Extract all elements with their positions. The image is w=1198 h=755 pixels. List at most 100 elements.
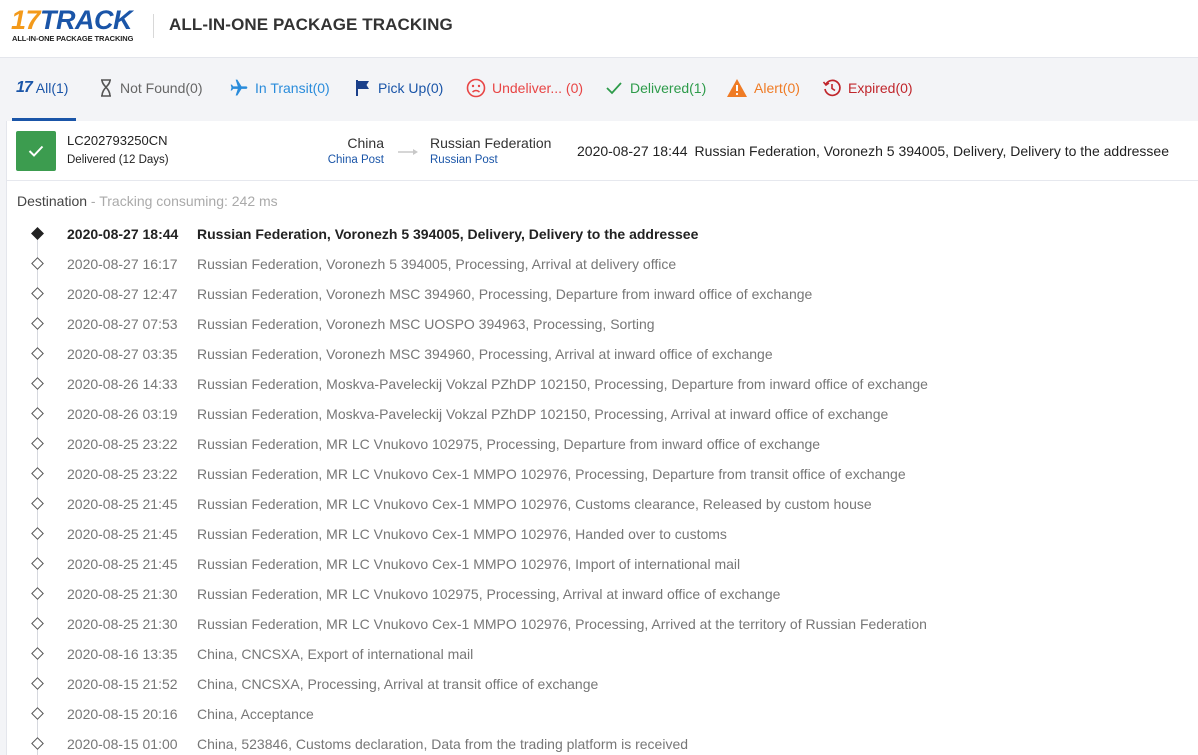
page-title: ALL-IN-ONE PACKAGE TRACKING [169,15,453,34]
event-description: Russian Federation, MR LC Vnukovo Cex-1 … [197,526,727,542]
event-time: 2020-08-25 21:45 [67,526,178,542]
timeline-event: 2020-08-15 21:52 China, CNCSXA, Processin… [7,669,1198,699]
tab-not-found-label: Not Found(0) [120,80,203,96]
timeline-event: 2020-08-27 03:35 Russian Federation, Voro… [7,339,1198,369]
tracking-result-card: LC202793250CN Delivered (12 Days) China … [6,121,1198,755]
header-divider [153,14,154,38]
timeline-event: 2020-08-25 21:45 Russian Federation, MR L… [7,549,1198,579]
timeline-marker-icon [31,707,44,720]
timeline-event: 2020-08-15 01:00 China, 523846, Customs d… [7,729,1198,755]
timeline-marker-icon [31,257,44,270]
tab-alert[interactable]: Alert(0) [726,77,800,99]
route-arrow-icon [398,149,418,155]
timeline-marker-icon [31,437,44,450]
tab-alert-label: Alert(0) [754,80,800,96]
timeline-event: 2020-08-27 16:17 Russian Federation, Voro… [7,249,1198,279]
timeline-event: 2020-08-25 21:45 Russian Federation, MR L… [7,519,1198,549]
destination-label: Destination [17,193,88,209]
timeline-marker-icon [31,497,44,510]
timeline-marker-icon [31,377,44,390]
event-time: 2020-08-25 23:22 [67,436,178,452]
event-time: 2020-08-27 16:17 [67,256,178,272]
timeline-event: 2020-08-27 12:47 Russian Federation, Voro… [7,279,1198,309]
logo-tagline: ALL-IN-ONE PACKAGE TRACKING [12,34,134,43]
event-time: 2020-08-25 21:45 [67,556,178,572]
event-time: 2020-08-27 03:35 [67,346,178,362]
timeline-event: 2020-08-27 18:44 Russian Federation, Voro… [7,219,1198,249]
event-description: Russian Federation, MR LC Vnukovo Cex-1 … [197,556,741,572]
event-time: 2020-08-26 03:19 [67,406,178,422]
timeline-marker-icon [31,677,44,690]
timeline-event: 2020-08-25 23:22 Russian Federation, MR L… [7,429,1198,459]
event-description: Russian Federation, MR LC Vnukovo Cex-1 … [197,466,906,482]
tab-delivered[interactable]: Delivered(1) [604,77,706,99]
tracking-consuming-info: - Tracking consuming: 242 ms [87,193,278,209]
event-description: China, Acceptance [197,706,314,722]
event-description: China, 523846, Customs declaration, Data… [197,736,689,752]
event-time: 2020-08-16 13:35 [67,646,178,662]
tracking-number[interactable]: LC202793250CN [67,133,167,148]
delivery-status: Delivered (12 Days) [67,154,169,166]
sad-face-icon [466,78,486,98]
timeline-marker-filled-icon [31,227,44,240]
tab-expired-label: Expired(0) [848,80,913,96]
event-description: Russian Federation, Voronezh MSC 394960,… [197,346,773,362]
timeline-marker-icon [31,587,44,600]
event-time: 2020-08-26 14:33 [67,376,178,392]
tab-in-transit[interactable]: In Transit(0) [229,77,330,99]
event-description: Russian Federation, MR LC Vnukovo 102975… [197,586,781,602]
app-header: 17TRACK ALL-IN-ONE PACKAGE TRACKING ALL-… [0,0,1198,58]
timeline-marker-icon [31,557,44,570]
timeline-event: 2020-08-27 07:53 Russian Federation, Voro… [7,309,1198,339]
event-time: 2020-08-27 18:44 [67,226,179,242]
timeline-event: 2020-08-16 13:35 China, CNCSXA, Export of… [7,639,1198,669]
event-time: 2020-08-15 21:52 [67,676,178,692]
status-tabs: 17 All (1) Not Found(0) In Transit(0) Pic… [0,59,1198,121]
history-clock-icon [822,79,841,97]
tab-undelivered[interactable]: Undeliver... (0) [466,77,583,99]
timeline-marker-icon [31,467,44,480]
airplane-icon [230,79,248,96]
timeline-event: 2020-08-26 14:33 Russian Federation, Mosk… [7,369,1198,399]
timeline-marker-icon [31,347,44,360]
event-time: 2020-08-25 21:30 [67,586,178,602]
timeline-event: 2020-08-25 21:45 Russian Federation, MR L… [7,489,1198,519]
destination-carrier-link[interactable]: Russian Post [430,154,498,166]
flag-icon [356,80,369,96]
logo-17track[interactable]: 17TRACK ALL-IN-ONE PACKAGE TRACKING [11,6,143,46]
timeline-marker-icon [31,527,44,540]
timeline-event: 2020-08-25 21:30 Russian Federation, MR L… [7,579,1198,609]
event-time: 2020-08-25 21:30 [67,616,178,632]
event-description: Russian Federation, Voronezh 5 394005, D… [197,226,699,242]
origin-carrier-link[interactable]: China Post [249,154,384,166]
tab-in-transit-label: In Transit(0) [255,80,330,96]
tab-expired[interactable]: Expired(0) [822,77,913,99]
check-icon [28,145,44,157]
timeline-marker-icon [31,737,44,750]
timeline-marker-icon [31,647,44,660]
shipment-summary[interactable]: LC202793250CN Delivered (12 Days) China … [7,121,1198,181]
tab-all-label: All [35,80,52,96]
event-description: Russian Federation, MR LC Vnukovo Cex-1 … [197,496,872,512]
tab-all-count: (1) [51,80,69,96]
latest-event: 2020-08-27 18:44 Russian Federation, Voro… [577,143,1169,159]
timeline-marker-icon [31,287,44,300]
tab-all[interactable]: 17 All (1) [16,77,68,99]
17track-icon: 17 [16,79,33,96]
timeline-event: 2020-08-15 20:16 China, Acceptance [7,699,1198,729]
checkmark-icon [606,82,622,95]
hourglass-icon [101,79,111,97]
timeline-marker-icon [31,617,44,630]
event-time: 2020-08-15 20:16 [67,706,178,722]
warning-icon [727,79,747,97]
tab-undelivered-label: Undeliver... (0) [492,80,584,96]
timeline-marker-icon [31,317,44,330]
timeline-marker-icon [31,407,44,420]
logo-17: 17 [11,5,41,35]
tab-pick-up[interactable]: Pick Up(0) [354,77,443,99]
timeline-event: 2020-08-26 03:19 Russian Federation, Mosk… [7,399,1198,429]
event-description: Russian Federation, Voronezh 5 394005, P… [197,256,677,272]
event-description: Russian Federation, MR LC Vnukovo Cex-1 … [197,616,927,632]
tab-not-found[interactable]: Not Found(0) [98,77,202,99]
logo-track: TRACK [40,5,133,35]
